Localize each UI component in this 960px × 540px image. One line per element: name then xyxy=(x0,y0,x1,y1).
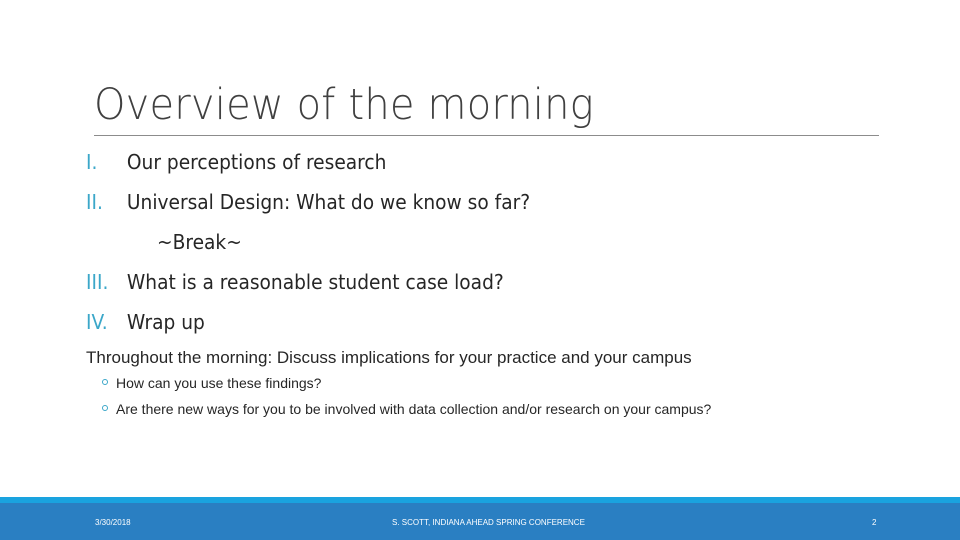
agenda-number: III. xyxy=(86,270,109,294)
throughout-note: Throughout the morning: Discuss implicat… xyxy=(86,348,692,367)
slide-title: Overview of the morning xyxy=(94,80,594,130)
break-label: ~Break~ xyxy=(157,230,242,254)
agenda-number: IV. xyxy=(86,310,108,334)
agenda-item-2: II. Universal Design: What do we know so … xyxy=(86,190,530,214)
agenda-item-1: I. Our perceptions of research xyxy=(86,150,386,174)
agenda-number: II. xyxy=(86,190,103,214)
bullet-circle-icon xyxy=(102,405,108,412)
page-number: 2 xyxy=(872,518,877,527)
bullet-circle-icon xyxy=(102,379,108,386)
agenda-text: Wrap up xyxy=(126,310,205,334)
agenda-item-4: IV. Wrap up xyxy=(86,310,205,334)
sub-bullet: Are there new ways for you to be involve… xyxy=(102,401,711,417)
sub-bullet: How can you use these findings? xyxy=(102,375,321,391)
title-divider xyxy=(94,135,879,136)
agenda-text: What is a reasonable student case load? xyxy=(126,270,504,294)
agenda-item-3: III. What is a reasonable student case lo… xyxy=(86,270,504,294)
agenda-number: I. xyxy=(86,150,98,174)
sub-bullet-text: How can you use these findings? xyxy=(116,375,322,391)
footer-date: 3/30/2018 xyxy=(95,518,131,527)
sub-bullet-text: Are there new ways for you to be involve… xyxy=(116,401,712,417)
footer-presenter: S. SCOTT, INDIANA AHEAD SPRING CONFERENC… xyxy=(392,518,585,527)
agenda-text: Our perceptions of research xyxy=(126,150,387,174)
agenda-text: Universal Design: What do we know so far… xyxy=(126,190,531,214)
